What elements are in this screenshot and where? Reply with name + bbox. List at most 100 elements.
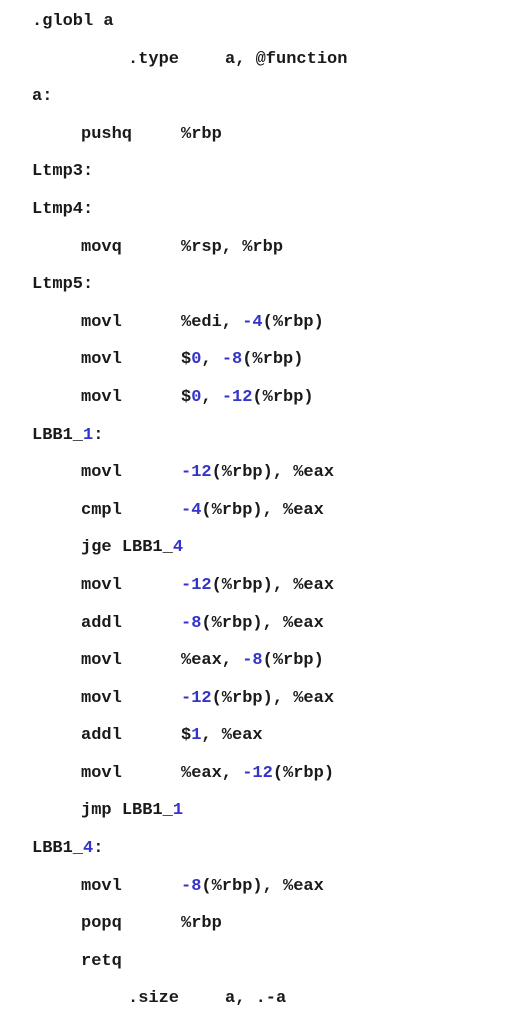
operand-text: (%rbp), %eax xyxy=(211,688,335,708)
operand-text: (%rbp) xyxy=(252,387,314,407)
numeric-literal: 4 xyxy=(83,839,94,859)
code-line-7: movq %rsp, %rbp xyxy=(0,234,520,272)
operand-text: %rsp, %rbp xyxy=(181,237,284,257)
operand-text: (%rbp) xyxy=(262,651,324,671)
numeric-literal: 1 xyxy=(83,425,94,445)
operand-text: , xyxy=(201,350,222,370)
code-line-16: movl -12(%rbp), %eax xyxy=(0,572,520,610)
label-text: a: xyxy=(32,87,53,107)
operands: -12(%rbp), %eax xyxy=(181,685,334,713)
code-line-21: movl %eax, -12(%rbp) xyxy=(0,760,520,798)
operand-text: (%rbp), %eax xyxy=(201,876,324,896)
mnemonic: movl xyxy=(81,876,122,896)
numeric-literal: -8 xyxy=(242,651,263,671)
code-line-13: movl -12(%rbp), %eax xyxy=(0,459,520,497)
operand-text: $ xyxy=(181,350,192,370)
jump-target: LBB1_ xyxy=(121,801,173,821)
jump-instruction: jmp LBB1_1 xyxy=(81,797,183,825)
operands: %rbp xyxy=(181,121,222,149)
code-line-22: jmp LBB1_1 xyxy=(0,797,520,835)
operands: $0, -8(%rbp) xyxy=(181,346,303,374)
operand-text: %rbp xyxy=(181,124,222,144)
code-line-19: movl -12(%rbp), %eax xyxy=(0,685,520,723)
numeric-literal: 4 xyxy=(172,538,184,558)
numeric-literal: -12 xyxy=(242,763,273,783)
mnemonic: movl xyxy=(81,651,122,671)
operands: %edi, -4(%rbp) xyxy=(181,309,324,337)
operand-text: %rbp xyxy=(181,914,222,934)
label-text: LBB1_ xyxy=(32,425,84,445)
numeric-literal: 0 xyxy=(191,350,202,370)
numeric-literal: -4 xyxy=(181,500,202,520)
code-line-18: movl %eax, -8(%rbp) xyxy=(0,647,520,685)
mnemonic: movq xyxy=(81,237,122,257)
operand-text: %eax, xyxy=(181,763,243,783)
mnemonic: addl xyxy=(81,613,122,633)
assembly-listing: .globl a .type a, @function a: pushq %rbp Ltmp… xyxy=(0,8,520,1023)
operands: $0, -12(%rbp) xyxy=(181,384,314,412)
directive-arg: a, @function xyxy=(225,49,348,69)
code-line-20: addl $1, %eax xyxy=(0,722,520,760)
operand-text: , %eax xyxy=(201,726,263,746)
code-line-23: LBB1_4: xyxy=(0,835,520,873)
code-line-25: popq %rbp xyxy=(0,910,520,948)
code-line-9: movl %edi, -4(%rbp) xyxy=(0,309,520,347)
code-line-24: movl -8(%rbp), %eax xyxy=(0,873,520,911)
jump-target: LBB1_ xyxy=(121,538,173,558)
label-text: : xyxy=(93,425,104,445)
directive-args: a, @function xyxy=(225,46,347,74)
operand-text: (%rbp) xyxy=(272,763,335,783)
operands: -4(%rbp), %eax xyxy=(181,497,324,525)
operand-text: (%rbp), %eax xyxy=(201,500,324,520)
label: .globl a xyxy=(32,8,114,36)
operands: -12(%rbp), %eax xyxy=(181,459,334,487)
code-line-10: movl $0, -8(%rbp) xyxy=(0,346,520,384)
code-line-26: retq xyxy=(0,948,520,986)
operands: -8(%rbp), %eax xyxy=(181,873,324,901)
code-line-12: LBB1_1: xyxy=(0,422,520,460)
numeric-literal: -8 xyxy=(221,350,243,370)
label-text: .globl a xyxy=(32,12,114,31)
directive-args: a, .-a xyxy=(225,985,286,1013)
mnemonic: movl xyxy=(81,688,122,708)
numeric-literal: -12 xyxy=(181,688,212,708)
mnemonic: popq xyxy=(81,914,122,934)
mnemonic: retq xyxy=(81,951,122,971)
operand-text: $ xyxy=(181,387,192,407)
code-line-5: Ltmp3: xyxy=(0,158,520,196)
mnemonic: addl xyxy=(81,726,122,746)
numeric-literal: 0 xyxy=(191,387,202,407)
directive-arg: a, .-a xyxy=(225,989,287,1009)
mnemonic: pushq xyxy=(81,124,133,144)
numeric-literal: -8 xyxy=(181,876,202,896)
operand-text: (%rbp) xyxy=(262,312,324,332)
directive: .size xyxy=(128,989,180,1009)
operands: %eax, -12(%rbp) xyxy=(181,760,334,788)
label-text: Ltmp4: xyxy=(32,199,94,219)
directive: .type xyxy=(128,49,180,69)
label: Ltmp5: xyxy=(32,271,93,299)
jump-instruction: jge LBB1_4 xyxy=(81,534,183,562)
operand-text: %edi, xyxy=(181,312,243,332)
numeric-literal: -4 xyxy=(242,312,263,332)
code-line-17: addl -8(%rbp), %eax xyxy=(0,610,520,648)
mnemonic: movl xyxy=(81,463,122,483)
code-line-1: .globl a xyxy=(0,8,520,46)
label: LBB1_4: xyxy=(32,835,103,863)
operands: $1, %eax xyxy=(181,722,263,750)
label-text: Ltmp5: xyxy=(32,275,94,295)
numeric-literal: -12 xyxy=(181,463,212,483)
operands: -8(%rbp), %eax xyxy=(181,610,324,638)
operand-text: (%rbp), %eax xyxy=(211,463,335,483)
mnemonic: movl xyxy=(81,763,122,783)
mnemonic: movl xyxy=(81,350,122,370)
code-line-6: Ltmp4: xyxy=(0,196,520,234)
label-text: Ltmp3: xyxy=(32,162,94,182)
operands: %rsp, %rbp xyxy=(181,234,283,262)
operands: %rbp xyxy=(181,910,222,938)
numeric-literal: -12 xyxy=(181,575,212,595)
label-text: : xyxy=(93,839,104,859)
label: Ltmp4: xyxy=(32,196,93,224)
mnemonic: movl xyxy=(81,387,122,407)
numeric-literal: -12 xyxy=(221,387,253,407)
